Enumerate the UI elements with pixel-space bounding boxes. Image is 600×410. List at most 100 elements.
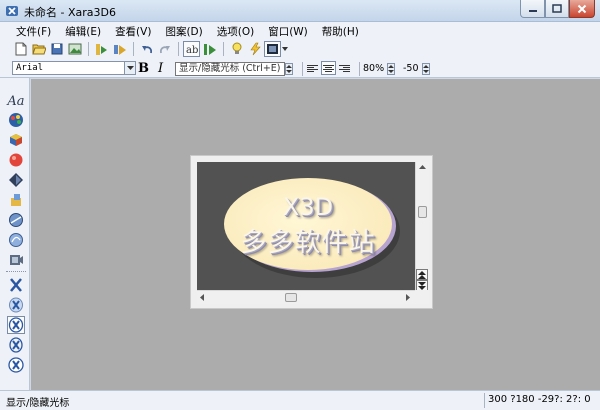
zoom-spinner[interactable] [387,63,395,75]
menu-view[interactable]: 查看(V) [115,24,151,39]
text-tool-button[interactable]: Aa [7,92,25,110]
toolbar-separator [223,42,224,56]
chevron-right-icon [406,294,410,301]
x-rock-button[interactable] [7,356,25,374]
camera-button[interactable] [7,251,25,269]
chevron-up-icon [419,165,426,169]
x-rotate-icon [10,278,22,292]
font-select[interactable]: Arial [12,61,136,75]
horizontal-scroll-thumb[interactable] [285,293,297,302]
scroll-corner [415,290,429,304]
close-icon [577,4,587,13]
minimize-button[interactable] [520,0,545,18]
chevron-left-icon [200,294,204,301]
align-center-button[interactable] [321,61,336,75]
export-animation-icon [95,43,107,55]
italic-button[interactable]: I [158,61,163,76]
export-image-icon [68,43,81,55]
animation-options-button[interactable] [201,41,218,57]
lightning-button[interactable] [246,41,263,57]
chevron-down-icon[interactable] [282,46,288,52]
color-palette-icon [9,113,23,127]
light-direction-icon [11,194,21,206]
text-tool-label: Aa [7,93,25,109]
color-button[interactable] [7,111,25,129]
menu-options[interactable]: 选项(O) [217,24,254,39]
extrude-icon [10,134,22,146]
shadow-icon [9,173,23,187]
x-rotate-button[interactable] [7,276,25,294]
title-text-line-2[interactable]: 多多软件站 [224,222,392,259]
bold-button[interactable]: B [138,61,149,76]
svg-text:ab: ab [186,45,198,55]
toolbar-separator [302,62,303,76]
scroll-up-button[interactable] [419,165,426,170]
save-button[interactable] [48,41,65,57]
light-direction-button[interactable] [7,191,25,209]
bevel-icon [9,153,23,167]
title-text-line-1[interactable]: X3D [224,193,392,221]
menu-help[interactable]: 帮助(H) [322,24,359,39]
bevel-button[interactable] [7,151,25,169]
camera-icon [10,255,23,265]
texture-button[interactable] [7,211,25,229]
x-swing-button[interactable] [7,316,25,334]
view-mode-icon [267,44,278,54]
x-rock-icon [8,357,24,373]
text-options-icon: ab [186,45,198,55]
texture-icon [9,213,23,227]
x-pulse-icon [9,337,23,353]
redo-icon [159,46,170,54]
scroll-left-button[interactable] [200,294,205,301]
align-left-button[interactable] [305,61,320,75]
light-button[interactable] [228,41,245,57]
font-dropdown-button[interactable] [124,62,135,74]
left-toolbar: Aa [0,78,30,390]
scroll-right-button[interactable] [406,294,411,301]
font-select-value: Arial [16,63,44,73]
spacing-spinner[interactable] [285,63,293,75]
redo-button[interactable] [156,41,173,57]
status-bar: 显示/隐藏光标 300 ?180 -29?: 2?: 0 [0,390,600,410]
x-spin-button[interactable] [7,296,25,314]
lightning-icon [249,42,261,56]
horizontal-scrollbar[interactable] [197,290,415,304]
new-file-icon [15,42,26,56]
export-animation-button[interactable] [93,41,110,57]
window-title: 未命名 - Xara3D6 [24,6,116,19]
open-folder-icon [31,44,46,55]
menu-file[interactable]: 文件(F) [16,24,51,39]
text-options-button[interactable]: ab [183,41,200,57]
status-divider [484,393,485,408]
close-button[interactable] [569,0,595,18]
maximize-button[interactable] [545,0,569,18]
chevron-down-icon [126,65,134,70]
sphere-icon [9,233,23,247]
align-right-button[interactable] [337,61,352,75]
extrude-button[interactable] [7,131,25,149]
view-mode-button[interactable] [264,41,281,57]
vertical-scroll-thumb[interactable] [418,206,427,218]
open-button[interactable] [30,41,47,57]
status-coordinates: 300 ?180 -29?: 2?: 0 [488,394,591,405]
new-button[interactable] [12,41,29,57]
menu-edit[interactable]: 编辑(E) [65,24,101,39]
x-spin-icon [9,297,23,313]
main-toolbar: ab [0,40,600,58]
shadow-button[interactable] [7,171,25,189]
zoom-in-button[interactable] [416,269,428,280]
play-button[interactable] [111,41,128,57]
angle-spinner[interactable] [422,63,430,75]
toolbar-separator [178,42,179,56]
menu-window[interactable]: 窗口(W) [268,24,308,39]
save-icon [51,43,62,55]
toolbar-separator [133,42,134,56]
export-image-button[interactable] [66,41,83,57]
sphere-button[interactable] [7,231,25,249]
undo-button[interactable] [138,41,155,57]
spinner-arrows-icon [286,65,292,73]
menu-design[interactable]: 图案(D) [165,24,202,39]
play-icon [113,44,126,55]
x-pulse-button[interactable] [7,336,25,354]
minimize-icon [528,9,537,12]
